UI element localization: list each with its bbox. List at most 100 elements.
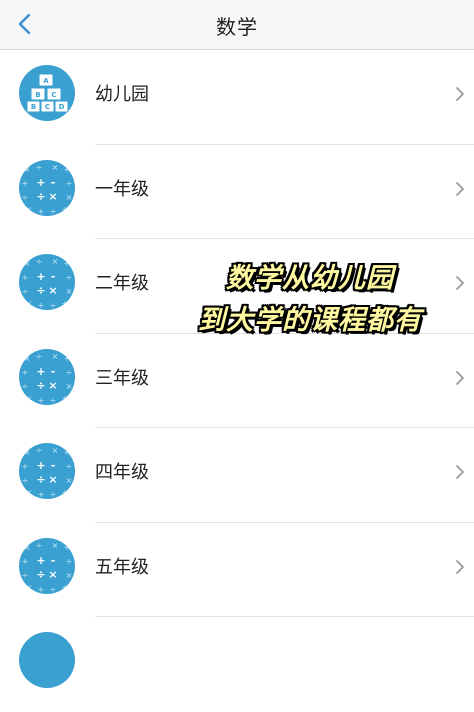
- svg-text:×: ×: [52, 352, 59, 361]
- svg-text:÷: ÷: [22, 382, 29, 391]
- svg-text:+: +: [62, 205, 69, 214]
- svg-text:×: ×: [66, 193, 73, 202]
- svg-text:×: ×: [24, 543, 31, 552]
- svg-text:÷: ÷: [50, 301, 57, 310]
- chevron-right-icon: [456, 87, 464, 101]
- svg-text:+: +: [22, 273, 29, 282]
- svg-text:÷: ÷: [22, 476, 29, 485]
- svg-text:×: ×: [26, 299, 33, 308]
- svg-text:×: ×: [48, 190, 57, 203]
- svg-text:×: ×: [52, 446, 59, 455]
- grade-list: A B C B C D 幼儿园 ×÷×+ +÷ ÷× ×+÷+: [0, 50, 474, 712]
- svg-text:C: C: [45, 103, 50, 111]
- svg-text:A: A: [43, 77, 49, 85]
- svg-text:×: ×: [24, 165, 31, 174]
- svg-text:÷: ÷: [36, 446, 43, 455]
- svg-text:D: D: [59, 103, 65, 111]
- svg-text:+: +: [64, 448, 71, 457]
- list-item-grade-4[interactable]: × ÷ × + + ÷ ÷ × × + ÷ + + - ÷ × 四年级: [0, 428, 474, 523]
- math-symbols-icon: × ÷ × + + ÷ ÷ × × + ÷ + + - ÷ ×: [19, 254, 75, 310]
- chevron-right-icon: [456, 181, 464, 196]
- svg-text:×: ×: [48, 379, 57, 392]
- math-symbols-icon: × ÷ × + + ÷ ÷ × × + ÷ + + - ÷ ×: [19, 159, 75, 216]
- list-item-grade-1[interactable]: × ÷ × + + ÷ ÷ × × + ÷ + + - ÷ × 一年级: [0, 145, 474, 239]
- svg-text:×: ×: [48, 473, 57, 486]
- svg-text:÷: ÷: [50, 585, 57, 594]
- svg-text:×: ×: [24, 448, 31, 457]
- svg-text:+: +: [36, 365, 45, 378]
- svg-text:+: +: [36, 554, 45, 567]
- svg-text:+: +: [62, 299, 69, 308]
- svg-text:×: ×: [26, 205, 33, 214]
- svg-text:÷: ÷: [50, 207, 57, 216]
- svg-text:+: +: [62, 488, 69, 497]
- svg-text:÷: ÷: [36, 352, 43, 361]
- svg-text:+: +: [64, 543, 71, 552]
- svg-text:+: +: [22, 462, 29, 471]
- svg-text:÷: ÷: [36, 568, 45, 581]
- math-symbols-icon: × ÷ × + + ÷ ÷ × × + ÷ + + - ÷ ×: [19, 348, 75, 405]
- list-item-label: 二年级: [95, 273, 149, 294]
- svg-text:÷: ÷: [36, 473, 45, 486]
- svg-text:÷: ÷: [36, 163, 43, 172]
- svg-text:÷: ÷: [66, 462, 73, 471]
- promo-caption-line-1: 数学从幼儿园: [226, 263, 394, 294]
- list-item-grade-3[interactable]: × ÷ × + + ÷ ÷ × × + ÷ + + - ÷ × 三年级: [0, 334, 474, 428]
- nav-bar: 数学: [0, 0, 474, 50]
- svg-text:+: +: [38, 207, 45, 216]
- svg-text:C: C: [51, 91, 56, 99]
- svg-text:÷: ÷: [22, 287, 29, 296]
- svg-text:÷: ÷: [50, 396, 57, 405]
- svg-text:B: B: [31, 103, 36, 111]
- svg-text:-: -: [51, 365, 56, 378]
- svg-text:+: +: [36, 176, 45, 189]
- svg-text:÷: ÷: [22, 193, 29, 202]
- blocks-icon: A B C B C D: [19, 65, 75, 121]
- svg-text:×: ×: [66, 287, 73, 296]
- svg-text:×: ×: [52, 163, 59, 172]
- svg-text:×: ×: [26, 488, 33, 497]
- svg-text:+: +: [62, 394, 69, 403]
- svg-text:+: +: [64, 165, 71, 174]
- svg-text:+: +: [62, 583, 69, 592]
- svg-text:×: ×: [66, 571, 73, 580]
- math-symbols-icon: × ÷ × + + ÷ ÷ × × + ÷ + + - ÷ ×: [19, 537, 75, 594]
- chevron-right-icon: [456, 559, 464, 574]
- svg-text:-: -: [51, 459, 56, 472]
- chevron-right-icon: [456, 465, 464, 479]
- svg-text:+: +: [22, 557, 29, 566]
- list-item-label: 三年级: [95, 367, 149, 389]
- list-item-kindergarten[interactable]: A B C B C D 幼儿园: [0, 50, 474, 145]
- svg-text:÷: ÷: [22, 571, 29, 580]
- svg-text:-: -: [51, 176, 56, 189]
- svg-text:×: ×: [24, 354, 31, 363]
- svg-text:×: ×: [52, 541, 59, 550]
- list-item-label: 一年级: [95, 178, 149, 200]
- svg-text:×: ×: [52, 257, 59, 266]
- list-item-label: 五年级: [95, 556, 149, 578]
- svg-text:+: +: [36, 459, 45, 472]
- svg-text:×: ×: [24, 259, 31, 268]
- svg-text:+: +: [38, 396, 45, 405]
- list-item-partial[interactable]: [0, 617, 474, 712]
- svg-text:×: ×: [26, 394, 33, 403]
- promo-caption-line-2: 到大学的课程都有: [198, 305, 422, 336]
- svg-text:÷: ÷: [66, 179, 73, 188]
- svg-text:+: +: [22, 179, 29, 188]
- list-item-label: 四年级: [95, 462, 149, 483]
- page-title: 数学: [216, 15, 258, 39]
- list-item-grade-5[interactable]: × ÷ × + + ÷ ÷ × × + ÷ + + - ÷ × 五年级: [0, 523, 474, 617]
- svg-text:+: +: [38, 490, 45, 499]
- chevron-right-icon: [456, 370, 464, 385]
- svg-text:+: +: [38, 585, 45, 594]
- svg-text:÷: ÷: [36, 379, 45, 392]
- svg-text:×: ×: [48, 568, 57, 581]
- svg-text:÷: ÷: [36, 284, 45, 297]
- math-symbols-icon: [19, 632, 75, 688]
- svg-text:B: B: [35, 91, 40, 99]
- svg-text:÷: ÷: [50, 490, 57, 499]
- svg-text:-: -: [51, 270, 56, 283]
- svg-text:×: ×: [26, 583, 33, 592]
- svg-text:÷: ÷: [36, 541, 43, 550]
- svg-text:×: ×: [48, 284, 57, 297]
